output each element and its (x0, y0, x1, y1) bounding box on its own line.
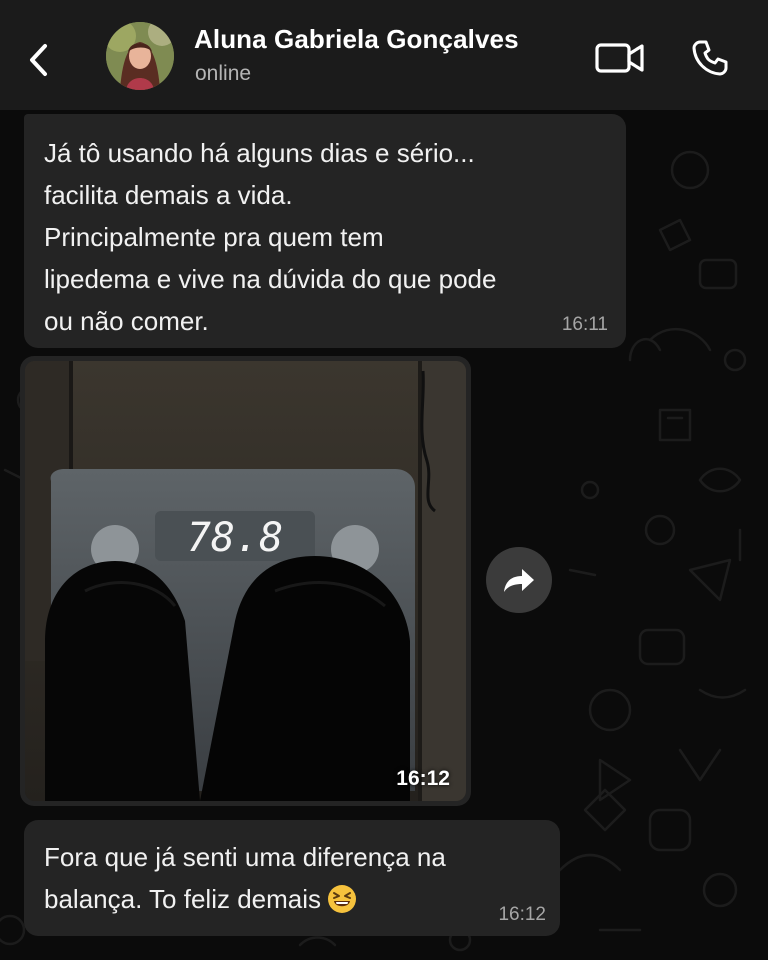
message-time: 16:11 (561, 314, 608, 335)
scale-reading: 78.8 (187, 515, 283, 561)
chat-header: Aluna Gabriela Gonçalves online (0, 0, 768, 110)
image-message-bubble[interactable]: 78.8 16:12 (20, 356, 471, 806)
grinning-squinting-face-icon (327, 884, 357, 926)
message-text: Já tô usando há alguns dias e sério... f… (44, 138, 497, 336)
chat-area[interactable]: Já tô usando há alguns dias e sério... f… (0, 110, 768, 960)
video-camera-icon (595, 43, 644, 73)
image-message[interactable]: 78.8 16:12 (25, 361, 466, 801)
contact-name[interactable]: Aluna Gabriela Gonçalves (194, 24, 519, 55)
message-bubble[interactable]: Já tô usando há alguns dias e sério... f… (24, 114, 626, 348)
message-bubble[interactable]: Fora que já senti uma diferença na balan… (24, 820, 560, 936)
voice-call-button[interactable] (686, 34, 734, 82)
phone-icon (692, 40, 728, 76)
scale-photo: 78.8 (25, 361, 466, 801)
avatar-photo (106, 22, 174, 90)
message-time: 16:12 (396, 767, 450, 790)
back-button[interactable] (18, 38, 58, 82)
forward-button[interactable] (486, 547, 552, 613)
message-text: Fora que já senti uma diferença na balan… (44, 836, 540, 926)
contact-status: online (195, 62, 252, 85)
message-time: 16:12 (498, 904, 546, 925)
message-text-body: Fora que já senti uma diferença na balan… (44, 842, 446, 914)
avatar[interactable] (106, 22, 174, 90)
forward-arrow-icon (504, 569, 534, 592)
video-call-button[interactable] (592, 36, 648, 80)
chevron-left-icon (30, 44, 47, 76)
